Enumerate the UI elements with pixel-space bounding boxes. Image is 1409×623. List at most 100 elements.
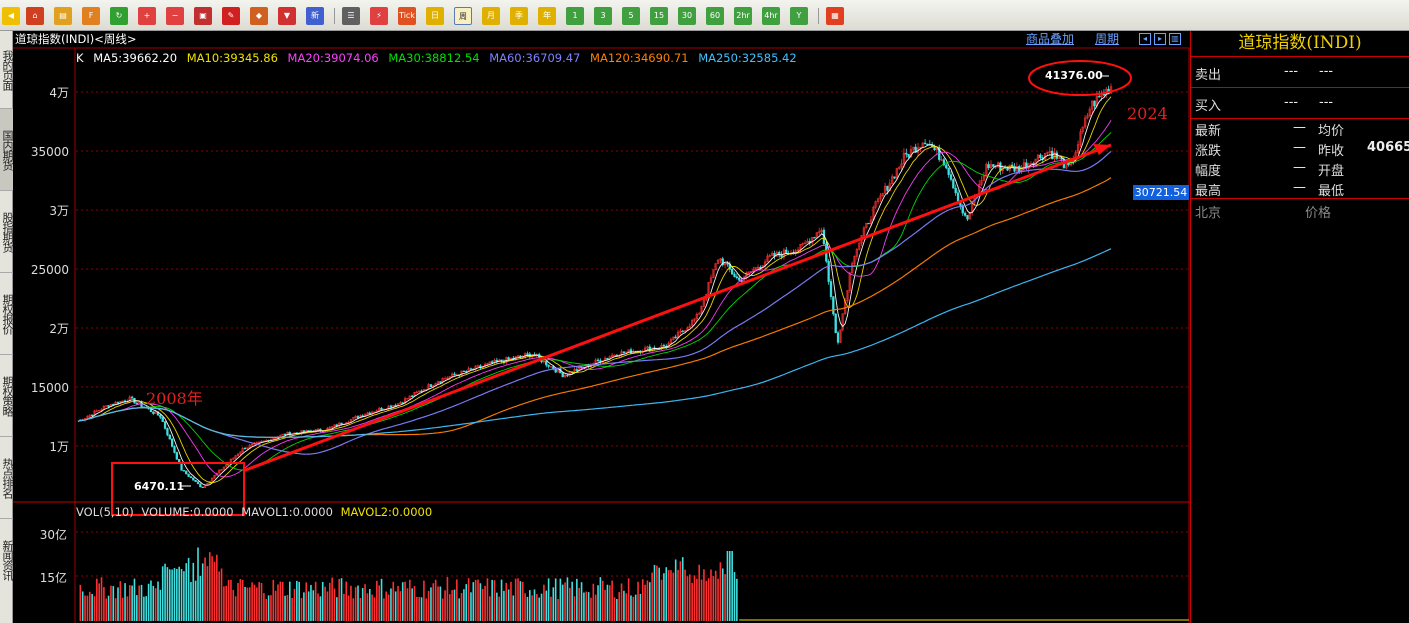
tick-icon[interactable]: Tick bbox=[398, 7, 416, 25]
hour4-icon[interactable]: 4hr bbox=[762, 7, 780, 25]
candle-body bbox=[907, 154, 910, 158]
windows-icon[interactable]: ▣ bbox=[194, 7, 212, 25]
sidebar-item-news[interactable]: 新闻资讯 bbox=[0, 519, 14, 601]
candle-body bbox=[283, 433, 287, 436]
buy-price: --- bbox=[1284, 95, 1299, 110]
grid-icon[interactable]: ▦ bbox=[826, 7, 844, 25]
candle-body bbox=[1098, 96, 1101, 98]
season-icon[interactable]: 季 bbox=[510, 7, 528, 25]
change-label: 涨跌 bbox=[1195, 144, 1222, 159]
new-icon[interactable]: 新 bbox=[306, 7, 324, 25]
candle-body bbox=[490, 361, 494, 364]
min3-icon[interactable]: 3 bbox=[594, 7, 612, 25]
candle-body bbox=[867, 222, 870, 225]
candle-body bbox=[926, 143, 929, 146]
candle-body bbox=[829, 281, 833, 297]
min15-icon[interactable]: 15 bbox=[650, 7, 668, 25]
candle-body bbox=[674, 336, 677, 339]
candle-body bbox=[161, 417, 164, 422]
y-tick-label: 35000 bbox=[31, 145, 69, 159]
price-chart[interactable]: 4万 35000 3万 25000 2万 15000 1万 bbox=[13, 31, 1190, 623]
sidebar-item-options-strategy[interactable]: 期权策略 bbox=[0, 355, 14, 437]
candle-body bbox=[923, 142, 927, 145]
mavol1-value: MAVOL1:0.0000 bbox=[241, 505, 333, 519]
ma10-line bbox=[77, 96, 1112, 483]
candle-body bbox=[952, 179, 955, 189]
refresh-icon[interactable]: ↻ bbox=[110, 7, 128, 25]
filter-icon[interactable]: ▼ bbox=[278, 7, 296, 25]
candle-body bbox=[507, 357, 510, 360]
fund-icon[interactable]: F bbox=[82, 7, 100, 25]
candle-body bbox=[933, 146, 936, 150]
chart-icon[interactable]: ⚡ bbox=[370, 7, 388, 25]
candle-body bbox=[1018, 166, 1021, 173]
candle-body bbox=[368, 412, 371, 415]
candle-body bbox=[462, 370, 466, 373]
candle-body bbox=[95, 410, 98, 412]
table-icon[interactable]: ☰ bbox=[342, 7, 360, 25]
candle-body bbox=[554, 368, 557, 373]
candle-body bbox=[1006, 167, 1009, 171]
candle-body bbox=[905, 152, 908, 155]
y-tick-label: 25000 bbox=[31, 263, 69, 277]
candle-body bbox=[187, 473, 190, 477]
volume-value: VOLUME:0.0000 bbox=[141, 505, 234, 519]
min5-icon[interactable]: 5 bbox=[622, 7, 640, 25]
month-icon[interactable]: 月 bbox=[482, 7, 500, 25]
sidebar-item-index-futures[interactable]: 股指期货 bbox=[0, 191, 14, 273]
min1-icon[interactable]: 1 bbox=[566, 7, 584, 25]
candle-body bbox=[175, 452, 178, 460]
candle-body bbox=[738, 277, 741, 281]
week-icon[interactable]: 周 bbox=[454, 7, 472, 25]
zoom-in-icon[interactable]: + bbox=[138, 7, 156, 25]
prev-close-label: 昨收 bbox=[1318, 144, 1345, 159]
layers-icon[interactable]: ▤ bbox=[54, 7, 72, 25]
paint-icon[interactable]: ◆ bbox=[250, 7, 268, 25]
candle-body bbox=[836, 332, 840, 343]
y-tick-label: 3万 bbox=[49, 204, 69, 218]
candle-body bbox=[1011, 164, 1014, 167]
custom-period-icon[interactable]: Y bbox=[790, 7, 808, 25]
annotation-2008: 2008年 bbox=[146, 389, 203, 408]
ma250-line bbox=[77, 248, 1112, 438]
candle-body bbox=[992, 164, 995, 167]
candle-body bbox=[519, 355, 522, 357]
candle-body bbox=[380, 407, 383, 411]
candle-body bbox=[429, 384, 433, 387]
candle-body bbox=[199, 483, 202, 488]
min60-icon[interactable]: 60 bbox=[706, 7, 724, 25]
pencil-icon[interactable]: ✎ bbox=[222, 7, 240, 25]
candle-body bbox=[1102, 93, 1106, 96]
candle-body bbox=[410, 395, 414, 397]
y-tick-label: 2万 bbox=[49, 322, 69, 336]
candle-body bbox=[135, 402, 138, 405]
sidebar-item-hot-rank[interactable]: 热点排名 bbox=[0, 437, 14, 519]
quote-title: 道琼指数(INDI) bbox=[1191, 31, 1409, 57]
ma20-line bbox=[77, 119, 1112, 478]
zoom-out-icon[interactable]: − bbox=[166, 7, 184, 25]
hour2-icon[interactable]: 2hr bbox=[734, 7, 752, 25]
candle-body bbox=[180, 462, 183, 471]
candle-body bbox=[613, 354, 616, 357]
candle-body bbox=[575, 369, 579, 371]
vol-y-label-30: 30亿 bbox=[39, 528, 67, 542]
candle-body bbox=[1093, 100, 1096, 107]
vol-y-label-15: 15亿 bbox=[39, 571, 67, 585]
candle-body bbox=[827, 260, 830, 282]
candle-body bbox=[580, 366, 583, 368]
home-icon[interactable]: ⌂ bbox=[26, 7, 44, 25]
year-icon[interactable]: 年 bbox=[538, 7, 556, 25]
sidebar-item-options-quote[interactable]: 期权报价 bbox=[0, 273, 14, 355]
candle-body bbox=[420, 390, 423, 392]
min30-icon[interactable]: 30 bbox=[678, 7, 696, 25]
open-label: 开盘 bbox=[1318, 164, 1345, 179]
candle-body bbox=[561, 372, 564, 378]
candle-body bbox=[966, 215, 969, 220]
back-arrow-icon[interactable]: ◀ bbox=[2, 7, 20, 25]
candle-body bbox=[1039, 154, 1042, 159]
chart-area[interactable]: 道琼指数(INDI)<周线> 商品叠加 周期 ◂ ▸ ▥ K MA5:39662… bbox=[13, 31, 1190, 623]
sidebar-item-domestic-futures[interactable]: 国内期货 bbox=[0, 109, 14, 191]
candle-body bbox=[547, 364, 550, 367]
day-icon[interactable]: 日 bbox=[426, 7, 444, 25]
sidebar-item-my-page[interactable]: 我的页面 bbox=[0, 31, 14, 109]
